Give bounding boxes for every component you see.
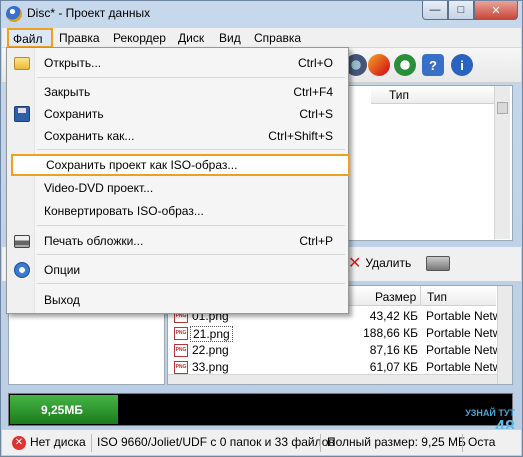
file-size: 87,16 КБ [369,343,418,357]
menu-item-label: Выход [44,293,80,307]
menu-separator [37,283,345,284]
filesystem-info: ISO 9660/Joliet/UDF с 0 папок и 33 файло… [97,435,335,449]
menu-item-shortcut: Ctrl+Shift+S [268,129,333,143]
menu-item-shortcut: Ctrl+F4 [293,85,333,99]
maximize-button[interactable]: □ [448,1,474,20]
menu-item-label: Опции [44,263,81,277]
menu-item-video-dvd[interactable]: Video-DVD проект... [8,177,347,199]
burn-icon[interactable] [368,54,390,76]
drive-icon[interactable] [426,256,450,271]
menu-item-convert-iso[interactable]: Конвертировать ISO-образ... [8,200,347,222]
menu-item-shortcut: Ctrl+P [299,234,333,248]
menu-item-close[interactable]: Закрыть Ctrl+F4 [8,81,347,103]
title-bar: Disc* - Проект данных — □ ✕ [1,1,522,27]
table-row[interactable]: PNG 21.png 188,66 КБ Portable Netwo [168,325,508,342]
menu-bar: Файл Правка Рекордер Диск Вид Справка [2,28,521,48]
menu-item-print-cover[interactable]: Печать обложки... Ctrl+P [8,230,347,252]
options-icon [14,262,30,278]
menu-item-shortcut: Ctrl+O [297,56,333,70]
file-type: Portable Netwo [426,326,509,340]
menu-view[interactable]: Вид [219,31,241,45]
menu-item-open[interactable]: Открыть... Ctrl+O [8,52,347,74]
disc-app-icon [6,6,22,22]
menu-file-label: Файл [13,32,43,46]
menu-recorder[interactable]: Рекордер [113,31,166,45]
scroll-thumb[interactable] [497,102,508,114]
menu-item-save-iso[interactable]: Сохранить проект как ISO-образ... [11,154,350,176]
menu-separator [37,254,345,255]
menu-file[interactable]: Файл [7,28,53,48]
menu-item-shortcut: Ctrl+S [299,107,333,121]
status-bar: ✕ Нет диска ISO 9660/Joliet/UDF с 0 папо… [2,429,521,455]
top-scrollbar[interactable] [494,86,510,239]
total-size: Полный размер: 9,25 МБ [327,435,466,449]
menu-separator [37,225,345,226]
column-type[interactable]: Тип [427,290,447,304]
png-file-icon: PNG [174,327,188,340]
file-name: 22.png [192,343,229,357]
close-button[interactable]: ✕ [474,1,518,20]
app-window: Disc* - Проект данных — □ ✕ Файл Правка … [0,0,523,457]
menu-item-label: Закрыть [44,85,91,99]
capacity-label: 9,25МБ [41,403,83,417]
column-divider[interactable] [420,286,421,306]
file-name: 21.png [190,326,233,342]
menu-separator [37,149,345,150]
globe-icon[interactable] [394,54,416,76]
minimize-button[interactable]: — [422,1,448,20]
menu-item-label: Video-DVD проект... [44,181,154,195]
file-name: 33.png [192,360,229,374]
menu-help[interactable]: Справка [254,31,301,45]
menu-item-options[interactable]: Опции [8,259,347,281]
menu-item-label: Открыть... [44,56,102,70]
window-title: Disc* - Проект данных [27,6,151,20]
save-icon [14,106,30,122]
column-type: Тип [389,88,410,102]
no-disc-icon: ✕ [12,436,26,450]
menu-disc[interactable]: Диск [178,31,204,45]
png-file-icon: PNG [174,361,188,374]
folder-icon [14,57,30,70]
menu-edit[interactable]: Правка [59,31,100,45]
menu-item-label: Конвертировать ISO-образ... [44,204,204,218]
menu-item-label: Печать обложки... [44,234,144,248]
table-row[interactable]: PNG 22.png 87,16 КБ Portable Netwo [168,342,508,359]
column-size[interactable]: Размер [375,290,416,304]
horizontal-scrollbar[interactable] [168,374,497,384]
file-size: 188,66 КБ [363,326,418,340]
status-divider [462,434,463,452]
menu-item-label: Сохранить проект как ISO-образ... [46,158,238,172]
menu-item-label: Сохранить [44,107,104,121]
file-size: 43,42 КБ [369,309,418,323]
menu-item-save-as[interactable]: Сохранить как... Ctrl+Shift+S [8,125,347,147]
vertical-scrollbar[interactable] [497,286,512,384]
capacity-bar: 9,25МБ [8,393,513,426]
file-type: Portable Netwo [426,360,509,374]
delete-button[interactable]: ✕ Удалить [348,253,411,273]
menu-item-save[interactable]: Сохранить Ctrl+S [8,103,347,125]
help-icon[interactable]: ? [422,54,444,76]
delete-label: Удалить [365,256,412,270]
menu-item-exit[interactable]: Выход [8,289,347,311]
disk-status: Нет диска [30,435,86,449]
printer-icon [14,235,30,248]
file-menu-dropdown: Открыть... Ctrl+O Закрыть Ctrl+F4 Сохран… [6,47,350,314]
delete-icon: ✕ [348,255,362,272]
top-column-header[interactable]: Тип [371,86,501,104]
remaining-size: Оста [468,435,496,449]
info-icon[interactable]: i [451,54,473,76]
menu-separator [37,77,345,78]
png-file-icon: PNG [174,344,188,357]
file-type: Portable Netwo [426,343,509,357]
file-type: Portable Netwo [426,309,509,323]
file-size: 61,07 КБ [369,360,418,374]
status-divider [320,434,321,452]
status-divider [91,434,92,452]
menu-item-label: Сохранить как... [44,129,135,143]
